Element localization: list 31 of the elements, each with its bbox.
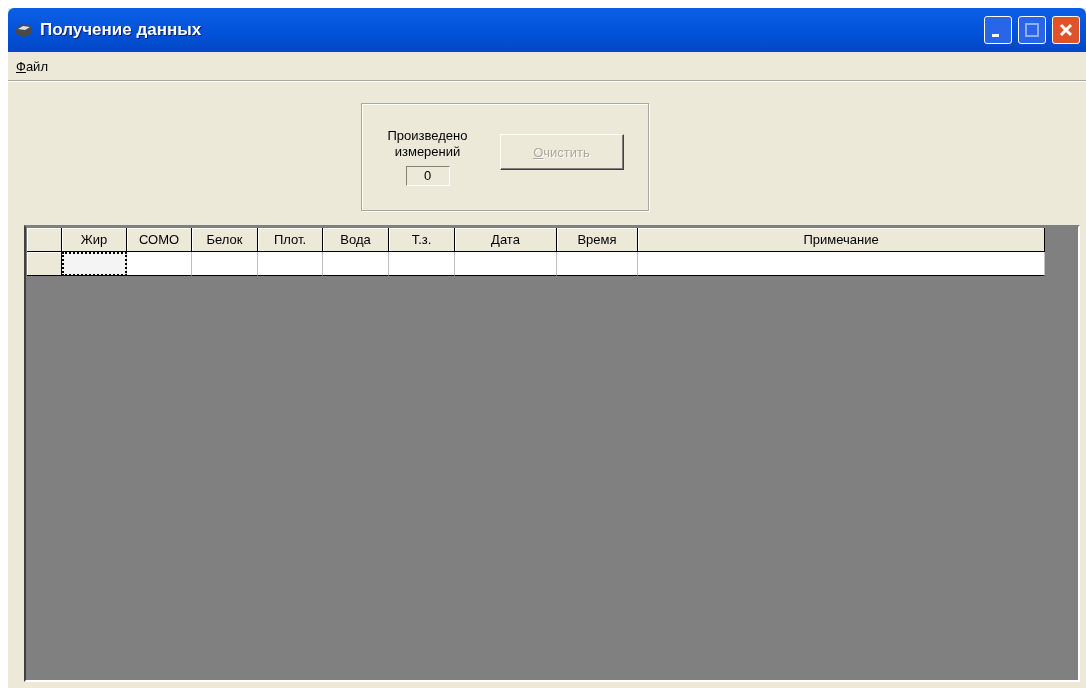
table-cell[interactable] (258, 252, 323, 276)
table-cell[interactable] (192, 252, 258, 276)
column-header[interactable]: Белок (192, 228, 258, 252)
column-header[interactable]: Т.з. (389, 228, 455, 252)
close-button[interactable] (1052, 16, 1080, 44)
table-cell[interactable] (557, 252, 638, 276)
table-cell[interactable] (389, 252, 455, 276)
maximize-icon (1025, 23, 1039, 37)
window-title: Получение данных (40, 20, 203, 40)
row-indicator (27, 252, 62, 276)
table-cell[interactable] (638, 252, 1045, 276)
table-cell[interactable] (323, 252, 389, 276)
maximize-button[interactable] (1018, 16, 1046, 44)
table-cell[interactable] (127, 252, 192, 276)
column-header[interactable]: СОМО (127, 228, 192, 252)
column-header[interactable]: Вода (323, 228, 389, 252)
menu-item[interactable]: Файл (12, 56, 52, 76)
printer-icon (14, 21, 34, 39)
counter-value: 0 (405, 166, 450, 186)
column-header[interactable]: Плот. (258, 228, 323, 252)
close-icon (1059, 23, 1073, 37)
column-header[interactable]: Дата (455, 228, 557, 252)
table-cell[interactable] (62, 252, 127, 276)
column-header[interactable]: Жир (62, 228, 127, 252)
corner-cell (27, 228, 62, 252)
minimize-button[interactable] (984, 16, 1012, 44)
table-cell[interactable] (455, 252, 557, 276)
column-header[interactable]: Примечание (638, 228, 1045, 252)
minimize-icon (991, 33, 999, 37)
column-header[interactable]: Время (557, 228, 638, 252)
counter-label: Произведено измерений (386, 128, 469, 160)
